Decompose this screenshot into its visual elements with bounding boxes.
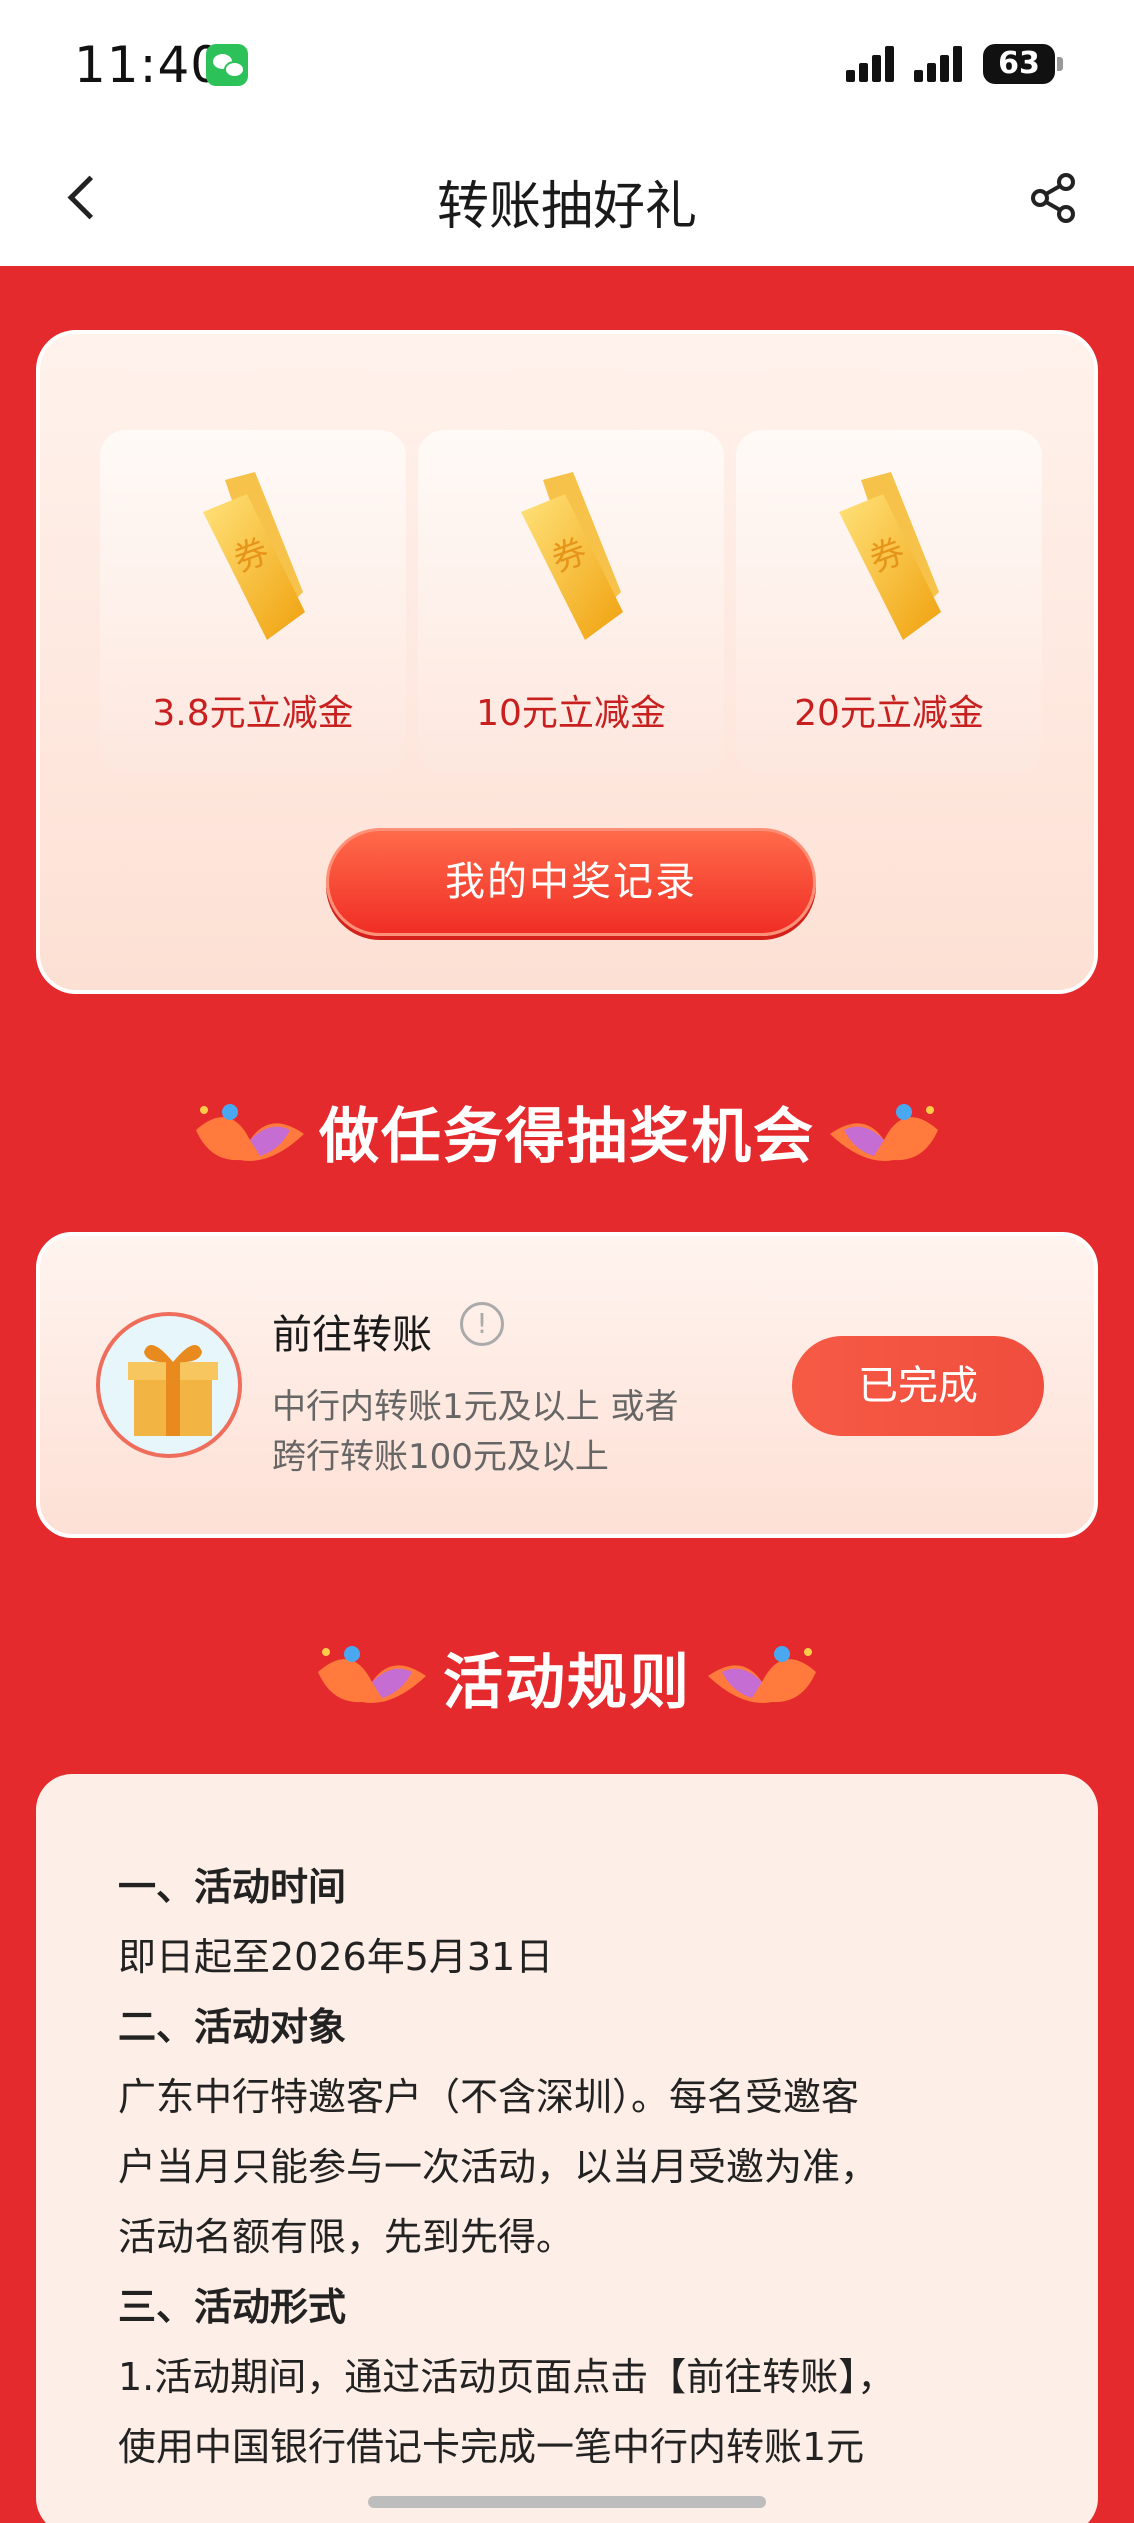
task-desc-line: 跨行转账100元及以上	[272, 1437, 609, 1477]
rules-text: 1.活动期间，通过活动页面点击【前往转账】，	[118, 2355, 896, 2399]
prize-item[interactable]: 券 20元立减金	[736, 430, 1042, 774]
battery-icon: 63	[983, 44, 1055, 84]
nav-bar: 转账抽好礼	[0, 130, 1134, 266]
page-title: 转账抽好礼	[436, 177, 697, 237]
info-icon[interactable]: !	[460, 1302, 504, 1346]
task-completed-button[interactable]: 已完成	[792, 1336, 1044, 1436]
wechat-icon	[206, 44, 248, 86]
rules-text: 即日起至2026年5月31日	[118, 1935, 554, 1979]
task-section-title: 做任务得抽奖机会	[319, 1102, 815, 1172]
signal-icon	[914, 46, 966, 82]
rules-text: 使用中国银行借记卡完成一笔中行内转账1元	[118, 2425, 865, 2469]
prize-item[interactable]: 券 3.8元立减金	[100, 430, 406, 774]
prize-label: 10元立减金	[476, 693, 666, 734]
voucher-icon: 券	[203, 472, 305, 640]
prize-record-button[interactable]: 我的中奖记录	[326, 828, 816, 936]
rules-body: 一、活动时间 即日起至2026年5月31日 二、活动对象 广东中行特邀客户（不含…	[118, 1852, 1038, 2482]
battery-tip	[1057, 57, 1063, 71]
prize-card: 券 3.8元立减金 券 10元立减金 券 20元立减金 我的中奖记录	[36, 330, 1098, 994]
rules-card: 一、活动时间 即日起至2026年5月31日 二、活动对象 广东中行特邀客户（不含…	[36, 1774, 1098, 2523]
rules-text: 户当月只能参与一次活动，以当月受邀为准，	[118, 2145, 879, 2189]
confetti-right-icon	[708, 1646, 816, 1703]
rules-text: 广东中行特邀客户（不含深圳）。每名受邀客	[118, 2075, 860, 2119]
battery-level: 63	[998, 46, 1040, 81]
rules-heading: 一、活动时间	[118, 1865, 347, 1909]
task-title: 前往转账	[272, 1312, 432, 1358]
voucher-icon: 券	[521, 472, 623, 640]
prize-label: 3.8元立减金	[152, 693, 354, 734]
share-icon[interactable]	[1026, 170, 1082, 226]
prize-item[interactable]: 券 10元立减金	[418, 430, 724, 774]
task-card: 前往转账 ! 中行内转账1元及以上 或者 跨行转账100元及以上 已完成	[36, 1232, 1098, 1538]
task-description: 中行内转账1元及以上 或者 跨行转账100元及以上	[272, 1382, 678, 1482]
rules-heading: 二、活动对象	[118, 2005, 347, 2049]
rules-section-title: 活动规则	[443, 1648, 691, 1718]
status-bar: 11:40 63	[0, 0, 1134, 130]
home-indicator[interactable]	[368, 2496, 766, 2508]
task-desc-line: 中行内转账1元及以上 或者	[272, 1387, 679, 1427]
signal-icon	[846, 46, 898, 82]
voucher-icon: 券	[839, 472, 941, 640]
prize-label: 20元立减金	[794, 693, 984, 734]
rules-heading: 三、活动形式	[118, 2285, 347, 2329]
gift-box-icon	[96, 1312, 242, 1458]
rules-text: 活动名额有限，先到先得。	[118, 2215, 575, 2259]
status-time: 11:40	[74, 36, 224, 94]
confetti-right-icon	[830, 1104, 938, 1161]
